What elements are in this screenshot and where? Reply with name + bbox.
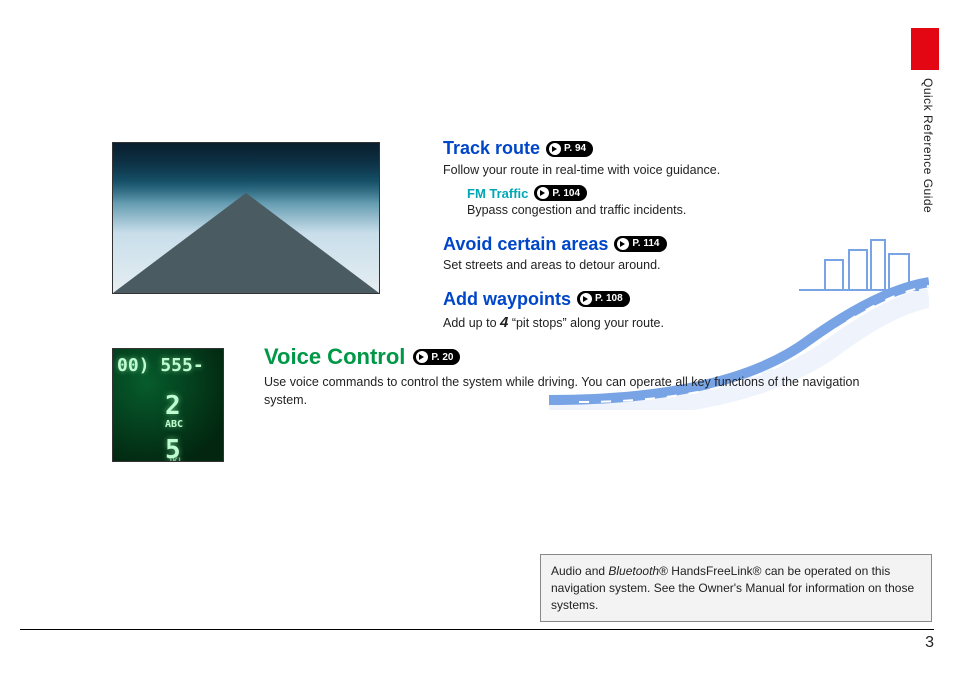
highway-image bbox=[112, 142, 380, 294]
arrow-icon bbox=[549, 143, 561, 155]
footnote-box: Audio and Bluetooth® HandsFreeLink® can … bbox=[540, 554, 932, 622]
voice-control-desc: Use voice commands to control the system… bbox=[264, 374, 904, 409]
arrow-icon bbox=[416, 351, 428, 363]
page-ref-track[interactable]: P. 94 bbox=[546, 141, 593, 157]
avoid-areas-heading: Avoid certain areas P. 114 bbox=[443, 234, 913, 256]
side-section-label: Quick Reference Guide bbox=[922, 78, 934, 213]
add-waypoints-title: Add waypoints bbox=[443, 289, 571, 311]
page-ref-fm[interactable]: P. 104 bbox=[534, 185, 587, 201]
voice-control-block: Voice Control P. 20 Use voice commands t… bbox=[264, 344, 904, 409]
voice-control-heading: Voice Control P. 20 bbox=[264, 344, 904, 370]
page-ref-waypoints[interactable]: P. 108 bbox=[577, 291, 630, 307]
phone-keypad-image: 00) 555- 2 ABC 5 JKL bbox=[112, 348, 224, 462]
track-route-heading: Track route P. 94 bbox=[443, 138, 913, 160]
fm-traffic-title: FM Traffic bbox=[467, 186, 528, 201]
fm-traffic-heading: FM Traffic P. 104 bbox=[467, 185, 913, 201]
route-features-block: Track route P. 94 Follow your route in r… bbox=[443, 138, 913, 333]
arrow-icon bbox=[537, 187, 549, 199]
page-ref-voice[interactable]: P. 20 bbox=[413, 349, 460, 365]
page-ref-avoid[interactable]: P. 114 bbox=[614, 236, 666, 252]
add-waypoints-heading: Add waypoints P. 108 bbox=[443, 289, 913, 311]
track-route-desc: Follow your route in real-time with voic… bbox=[443, 162, 913, 180]
add-waypoints-desc: Add up to 4 “pit stops” along your route… bbox=[443, 312, 913, 333]
page: Quick Reference Guide Track route P. 94 … bbox=[0, 0, 954, 674]
page-number: 3 bbox=[925, 634, 934, 652]
track-route-title: Track route bbox=[443, 138, 540, 160]
red-margin-tab bbox=[911, 28, 939, 70]
avoid-areas-title: Avoid certain areas bbox=[443, 234, 608, 256]
voice-control-title: Voice Control bbox=[264, 344, 405, 370]
footer-rule bbox=[20, 629, 934, 630]
arrow-icon bbox=[580, 293, 592, 305]
avoid-areas-desc: Set streets and areas to detour around. bbox=[443, 257, 913, 275]
fm-traffic-desc: Bypass congestion and traffic incidents. bbox=[467, 202, 913, 220]
arrow-icon bbox=[617, 238, 629, 250]
